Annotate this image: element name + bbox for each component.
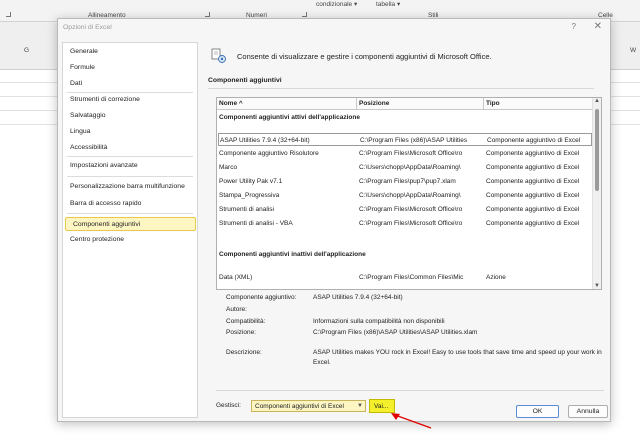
detail-desc-value: ASAP Utilities makes YOU rock in Excel! … <box>313 349 602 366</box>
section-title: Componenti aggiuntivi <box>208 77 282 84</box>
nav-item-accessibility[interactable]: Accessibilità <box>63 141 197 155</box>
nav-item-formulas[interactable]: Formule <box>63 61 197 75</box>
nav-item-addins[interactable]: Componenti aggiuntivi <box>65 217 196 231</box>
manage-select[interactable]: Componenti aggiuntivi di Excel ▼ <box>251 400 366 412</box>
table-row[interactable]: Componente aggiuntivo Risolutore C:\Prog… <box>218 147 592 160</box>
go-button[interactable]: Vai... <box>369 399 395 413</box>
cancel-button[interactable]: Annulla <box>568 405 608 418</box>
options-nav: Generale Formule Dati Strumenti di corre… <box>62 42 198 418</box>
nav-item-save[interactable]: Salvataggio <box>63 109 197 123</box>
ok-button[interactable]: OK <box>516 405 559 418</box>
nav-item-advanced[interactable]: Impostazioni avanzate <box>63 159 197 173</box>
scroll-up-icon[interactable]: ▲ <box>594 98 600 104</box>
col-header-location[interactable]: Posizione <box>357 98 484 110</box>
addins-icon <box>211 48 226 63</box>
table-row[interactable]: ASAP Utilities 7.9.4 (32+64-bit) C:\Prog… <box>218 133 592 146</box>
manage-select-value: Componenti aggiuntivi di Excel <box>255 403 344 410</box>
addins-panel: Consente di visualizzare e gestire i com… <box>207 42 607 429</box>
column-header-g[interactable]: G <box>24 47 29 57</box>
table-row[interactable]: Strumenti di analisi C:\Program Files\Mi… <box>218 203 592 216</box>
nav-item-trust-center[interactable]: Centro protezione <box>63 233 197 247</box>
detail-compat-value: Informazioni sulla compatibilità non dis… <box>313 318 445 325</box>
detail-addin-label: Componente aggiuntivo: <box>226 294 297 301</box>
col-header-type[interactable]: Tipo <box>484 98 594 110</box>
help-button[interactable]: ? <box>572 22 576 31</box>
scroll-thumb[interactable] <box>595 109 599 191</box>
detail-addin-value: ASAP Utilities 7.9.4 (32+64-bit) <box>313 294 403 301</box>
table-row[interactable]: Data (XML) C:\Program Files\Common Files… <box>218 271 592 284</box>
group-active: Componenti aggiuntivi attivi dell'applic… <box>219 114 360 121</box>
manage-label: Gestisci: <box>216 402 241 409</box>
detail-position-label: Posizione: <box>226 329 256 336</box>
table-format-item[interactable]: tabella ▾ <box>376 0 400 8</box>
nav-item-data[interactable]: Dati <box>63 77 197 91</box>
column-header-w[interactable]: W <box>630 47 636 57</box>
detail-author-label: Autore: <box>226 306 247 313</box>
nav-item-customize-ribbon[interactable]: Personalizzazione barra multifunzione <box>63 180 197 194</box>
detail-compat-label: Compatibilità: <box>226 318 266 325</box>
dialog-launcher-icon[interactable] <box>6 12 11 17</box>
detail-desc-label: Descrizione: <box>226 349 262 356</box>
panel-description: Consente di visualizzare e gestire i com… <box>237 52 492 61</box>
nav-item-proofing[interactable]: Strumenti di correzione <box>63 93 197 107</box>
table-row[interactable]: Power Utility Pak v7.1 C:\Program Files\… <box>218 175 592 188</box>
table-scrollbar[interactable]: ▲ ▼ <box>592 98 601 289</box>
detail-position-value: C:\Program Files (x86)\ASAP Utilities\AS… <box>313 329 478 336</box>
dialog-launcher-icon[interactable] <box>205 12 210 17</box>
table-row[interactable]: Stampa_Progressiva C:\Users\chopp\AppDat… <box>218 189 592 202</box>
excel-options-dialog: Opzioni di Excel ? ✕ Generale Formule Da… <box>57 18 611 429</box>
nav-item-general[interactable]: Generale <box>63 45 197 59</box>
addins-table: Nome ^ Posizione Tipo Componenti aggiunt… <box>216 97 602 290</box>
table-row[interactable]: Marco C:\Users\chopp\AppData\Roaming\ Co… <box>218 161 592 174</box>
chevron-down-icon: ▼ <box>357 403 363 409</box>
dialog-title: Opzioni di Excel <box>63 24 112 31</box>
group-inactive: Componenti aggiuntivi inattivi dell'appl… <box>219 251 366 258</box>
nav-item-quick-access[interactable]: Barra di accesso rapido <box>63 197 197 211</box>
table-row[interactable]: Strumenti di analisi - VBA C:\Program Fi… <box>218 217 592 230</box>
close-button[interactable]: ✕ <box>594 21 602 32</box>
red-arrow-icon <box>391 413 432 429</box>
nav-item-language[interactable]: Lingua <box>63 125 197 139</box>
conditional-format-item[interactable]: condizionale ▾ <box>316 0 357 8</box>
scroll-down-icon[interactable]: ▼ <box>594 283 600 289</box>
dialog-launcher-icon[interactable] <box>302 12 307 17</box>
col-header-name[interactable]: Nome ^ <box>217 98 357 110</box>
